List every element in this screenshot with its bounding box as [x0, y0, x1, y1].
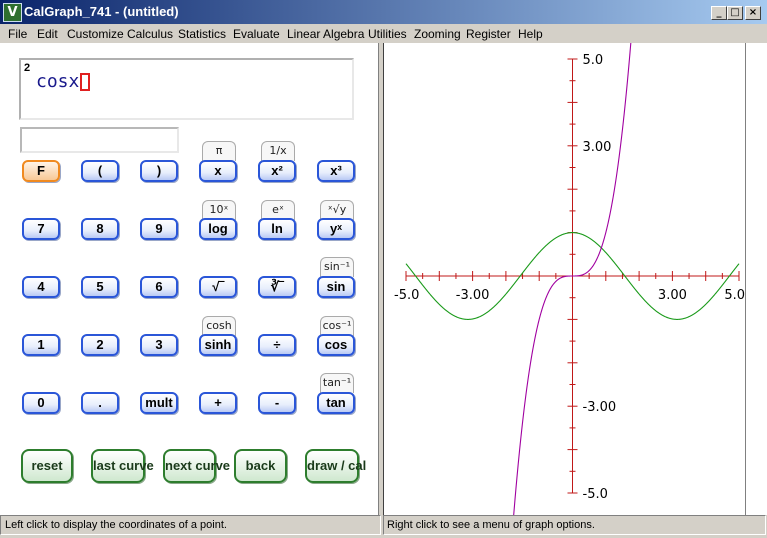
key-log[interactable]: log — [199, 218, 237, 240]
key-sin[interactable]: sin — [317, 276, 355, 298]
menu-calculus[interactable]: Calculus — [127, 27, 173, 41]
fkey-ten-power[interactable]: 10ˣ — [202, 200, 236, 220]
key-2[interactable]: 2 — [81, 334, 119, 356]
y-tick-label: 5.0 — [583, 53, 604, 68]
key-mult[interactable]: mult — [140, 392, 178, 414]
key-tan[interactable]: tan — [317, 392, 355, 414]
key-plus[interactable]: + — [199, 392, 237, 414]
draw-cal-button[interactable]: draw / cal — [305, 449, 366, 483]
calculator-panel: 2 cosx π 1/x 10ˣ eˣ ˣ√y sin⁻¹ cosh cos⁻¹… — [0, 43, 378, 515]
menu-register[interactable]: Register — [466, 27, 511, 41]
status-bar-right: Right click to see a menu of graph optio… — [383, 515, 766, 535]
status-bar-left: Left click to display the coordinates of… — [0, 515, 381, 535]
key-7[interactable]: 7 — [22, 218, 60, 240]
key-9[interactable]: 9 — [140, 218, 178, 240]
key-decimal[interactable]: . — [81, 392, 119, 414]
tick-labels: -5.0 -3.00 3.00 5.0 5.0 3.00 -3.00 -5.0 — [394, 53, 745, 502]
x-tick-label: 3.00 — [658, 288, 687, 303]
fkey-exp[interactable]: eˣ — [261, 200, 295, 220]
key-y-power[interactable]: yˣ — [317, 218, 355, 240]
menu-file[interactable]: File — [8, 27, 27, 41]
key-close-paren[interactable]: ) — [140, 160, 178, 182]
x-tick-label: -3.00 — [456, 288, 490, 303]
key-sqrt[interactable]: √‾ — [199, 276, 237, 298]
key-f[interactable]: F — [22, 160, 60, 182]
key-5[interactable]: 5 — [81, 276, 119, 298]
fkey-arctan[interactable]: tan⁻¹ — [320, 373, 354, 393]
window-title: CalGraph_741 - (untitled) — [24, 4, 179, 19]
menu-zooming[interactable]: Zooming — [414, 27, 461, 41]
text-cursor — [80, 73, 91, 91]
title-bar: V CalGraph_741 - (untitled) _ □ × — [0, 0, 767, 24]
key-ln[interactable]: ln — [258, 218, 296, 240]
fkey-pi[interactable]: π — [202, 141, 236, 161]
menu-utilities[interactable]: Utilities — [368, 27, 407, 41]
entry-field[interactable] — [20, 127, 179, 153]
menu-linear-algebra[interactable]: Linear Algebra — [287, 27, 364, 41]
menu-evaluate[interactable]: Evaluate — [233, 27, 280, 41]
fkey-arccos[interactable]: cos⁻¹ — [320, 316, 354, 336]
graph-plot[interactable]: -5.0 -3.00 3.00 5.0 5.0 3.00 -3.00 -5.0 — [384, 35, 745, 517]
key-1[interactable]: 1 — [22, 334, 60, 356]
menu-help[interactable]: Help — [518, 27, 543, 41]
key-divide[interactable]: ÷ — [258, 334, 296, 356]
key-6[interactable]: 6 — [140, 276, 178, 298]
key-x-cubed[interactable]: x³ — [317, 160, 355, 182]
graph-right-margin — [745, 43, 767, 515]
key-open-paren[interactable]: ( — [81, 160, 119, 182]
key-cube-root[interactable]: ∛‾ — [258, 276, 296, 298]
fkey-cosh[interactable]: cosh — [202, 316, 236, 336]
expression-text: cosx — [36, 71, 91, 92]
fkey-arcsin[interactable]: sin⁻¹ — [320, 257, 354, 277]
menu-customize[interactable]: Customize — [67, 27, 124, 41]
expression-power: 2 — [24, 62, 31, 74]
fkey-reciprocal[interactable]: 1/x — [261, 141, 295, 161]
graph-panel[interactable]: -5.0 -3.00 3.00 5.0 5.0 3.00 -3.00 -5.0 — [384, 35, 745, 517]
maximize-button[interactable]: □ — [727, 6, 743, 20]
key-0[interactable]: 0 — [22, 392, 60, 414]
y-tick-label: -3.00 — [583, 400, 617, 415]
key-x[interactable]: x — [199, 160, 237, 182]
y-tick-label: 3.00 — [583, 140, 612, 155]
app-icon: V — [3, 3, 22, 22]
minimize-button[interactable]: _ — [711, 6, 727, 20]
y-tick-label: -5.0 — [583, 487, 608, 502]
x-tick-label: 5.0 — [724, 288, 745, 303]
key-sinh[interactable]: sinh — [199, 334, 237, 356]
menu-bar: File Edit Customize Calculus Statistics … — [0, 24, 767, 43]
key-4[interactable]: 4 — [22, 276, 60, 298]
key-8[interactable]: 8 — [81, 218, 119, 240]
reset-button[interactable]: reset — [21, 449, 73, 483]
last-curve-button[interactable]: last curve — [91, 449, 154, 483]
key-cos[interactable]: cos — [317, 334, 355, 356]
expression-display[interactable]: 2 cosx — [19, 58, 354, 120]
key-3[interactable]: 3 — [140, 334, 178, 356]
next-curve-button[interactable]: next curve — [163, 449, 230, 483]
x-tick-label: -5.0 — [394, 288, 419, 303]
fkey-root[interactable]: ˣ√y — [320, 200, 354, 220]
back-button[interactable]: back — [234, 449, 287, 483]
close-button[interactable]: × — [745, 6, 761, 20]
menu-statistics[interactable]: Statistics — [178, 27, 226, 41]
menu-edit[interactable]: Edit — [37, 27, 58, 41]
key-x-squared[interactable]: x² — [258, 160, 296, 182]
key-minus[interactable]: - — [258, 392, 296, 414]
